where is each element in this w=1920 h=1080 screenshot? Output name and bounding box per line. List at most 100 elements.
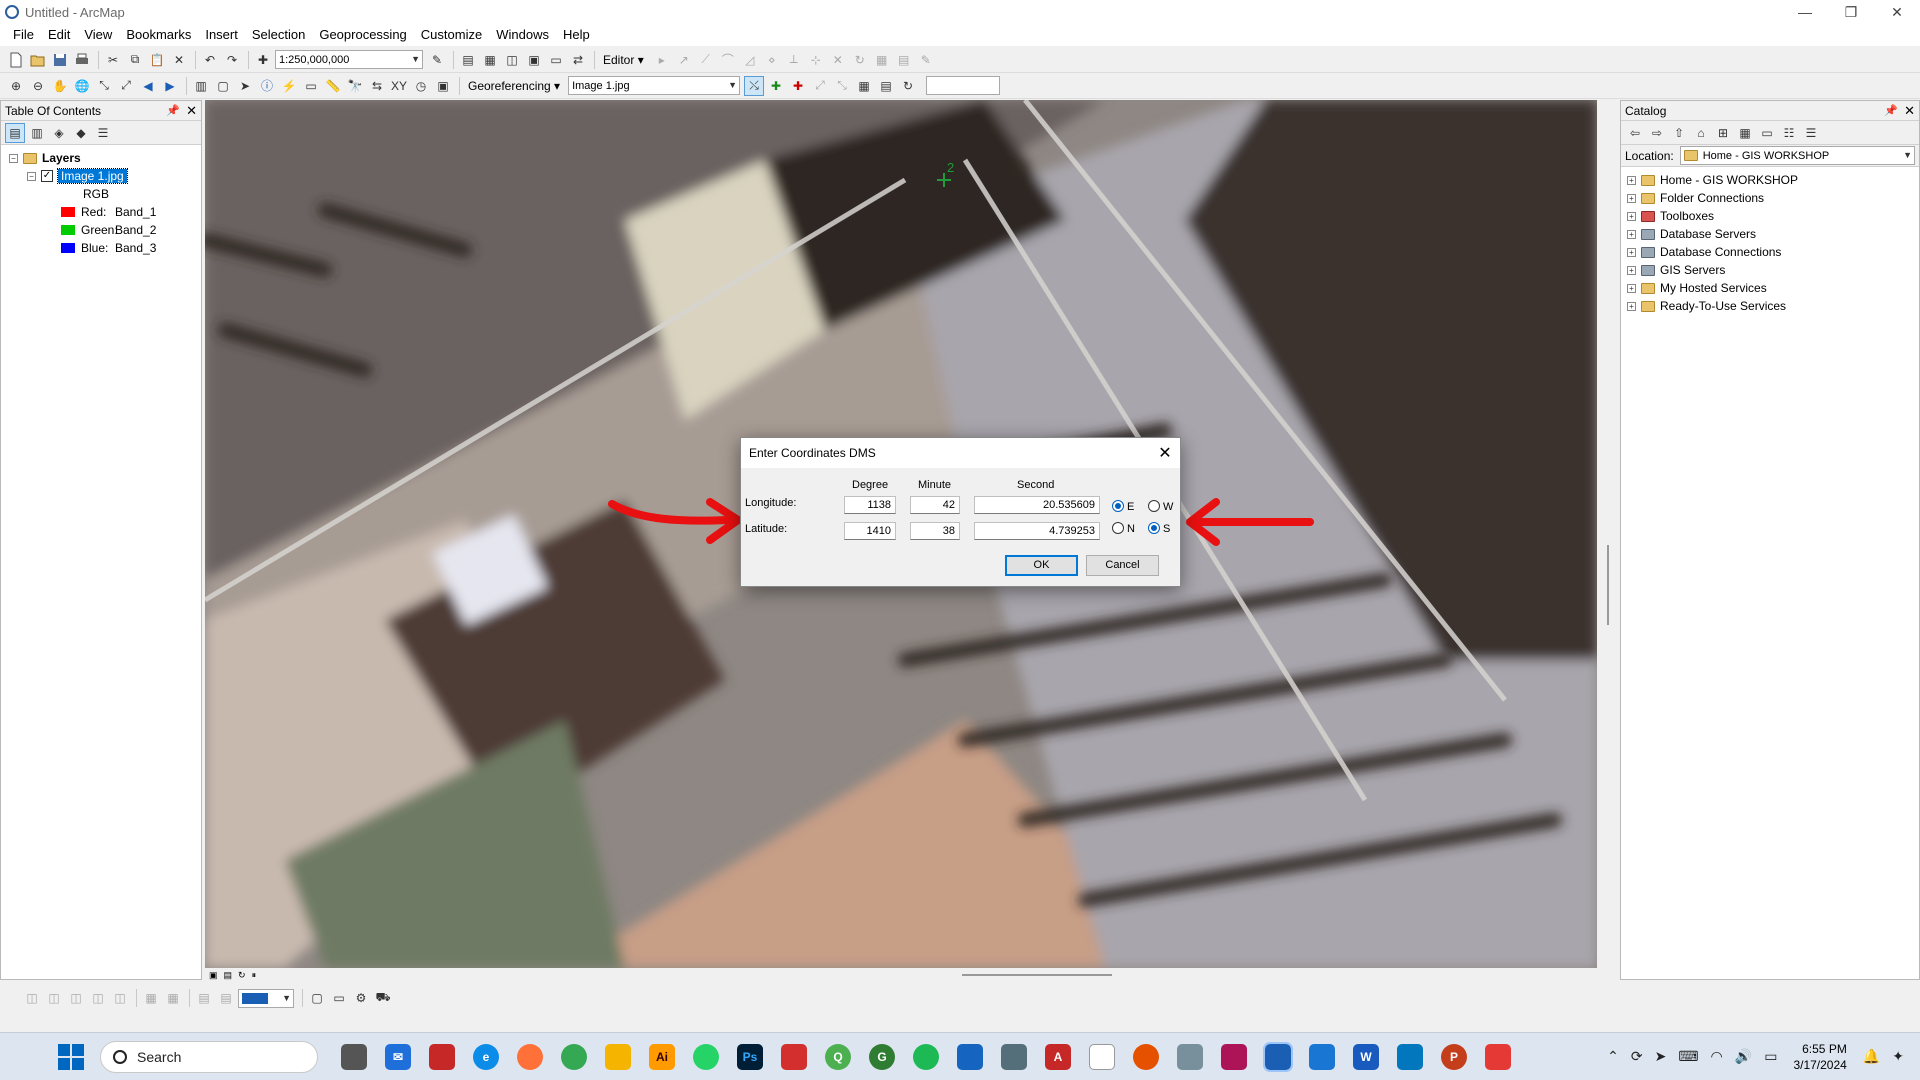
expand-icon[interactable]: + bbox=[1627, 193, 1636, 203]
tree-row-layers[interactable]: − Layers bbox=[9, 149, 201, 167]
south-radio[interactable] bbox=[1148, 522, 1160, 534]
location-icon[interactable]: ➤ bbox=[1655, 1048, 1667, 1065]
forward-icon[interactable]: ⇨ bbox=[1647, 123, 1667, 143]
collapse-icon[interactable]: − bbox=[27, 171, 36, 181]
catalog-item[interactable]: + Toolboxes bbox=[1627, 207, 1919, 225]
copy-icon[interactable]: ⧉ bbox=[125, 50, 145, 70]
expand-icon[interactable]: + bbox=[1627, 211, 1636, 221]
connect-folder-icon[interactable]: ⊞ bbox=[1713, 123, 1733, 143]
back-extent-icon[interactable]: ◀ bbox=[138, 76, 158, 96]
save-icon[interactable] bbox=[50, 50, 70, 70]
catalog-options-icon[interactable]: ☰ bbox=[1801, 123, 1821, 143]
create-features-icon[interactable]: ✎ bbox=[916, 50, 936, 70]
catalog-item[interactable]: + Database Connections bbox=[1627, 243, 1919, 261]
app-icon[interactable] bbox=[1001, 1043, 1027, 1070]
firefox-icon[interactable] bbox=[517, 1043, 543, 1070]
find-route-icon[interactable]: ⇆ bbox=[367, 76, 387, 96]
catalog-item[interactable]: + Database Servers bbox=[1627, 225, 1919, 243]
auto-register-icon[interactable]: ⤡ bbox=[832, 76, 852, 96]
volume-icon[interactable]: 🔊 bbox=[1735, 1048, 1752, 1065]
longitude-minute-input[interactable]: 42 bbox=[910, 496, 960, 514]
home-folder-icon[interactable]: ⌂ bbox=[1691, 123, 1711, 143]
catalog-item[interactable]: + Ready-To-Use Services bbox=[1627, 297, 1919, 315]
draw-tool-icon[interactable]: ⛟ bbox=[373, 988, 393, 1008]
end-point-arc-icon[interactable]: ⌒ bbox=[718, 50, 738, 70]
trace-icon[interactable]: ◿ bbox=[740, 50, 760, 70]
catalog-item[interactable]: + GIS Servers bbox=[1627, 261, 1919, 279]
draw-tool-icon[interactable]: ▤ bbox=[216, 988, 236, 1008]
layout-view-icon[interactable]: ▤ bbox=[224, 970, 233, 981]
expand-icon[interactable]: + bbox=[1627, 175, 1636, 185]
menu-customize[interactable]: Customize bbox=[414, 24, 489, 46]
scale-icon[interactable]: ⤢ bbox=[810, 76, 830, 96]
expand-icon[interactable]: + bbox=[1627, 301, 1636, 311]
options-icon[interactable]: ☰ bbox=[93, 123, 113, 143]
arctoolbox-icon[interactable]: ▣ bbox=[524, 50, 544, 70]
document-icon[interactable] bbox=[1089, 1043, 1115, 1070]
keyboard-icon[interactable]: ⌨ bbox=[1678, 1048, 1698, 1065]
split-icon[interactable]: ✕ bbox=[828, 50, 848, 70]
catalog-item[interactable]: + Folder Connections bbox=[1627, 189, 1919, 207]
ok-button[interactable]: OK bbox=[1005, 555, 1078, 576]
spotify-icon[interactable] bbox=[913, 1043, 939, 1070]
menu-insert[interactable]: Insert bbox=[198, 24, 245, 46]
close-icon[interactable]: ✕ bbox=[186, 103, 197, 119]
vertical-scrollbar[interactable] bbox=[1603, 100, 1615, 968]
sketch-properties-icon[interactable]: ▤ bbox=[894, 50, 914, 70]
delete-icon[interactable]: ✕ bbox=[169, 50, 189, 70]
draw-tool-icon[interactable]: ▦ bbox=[141, 988, 161, 1008]
word-icon[interactable]: W bbox=[1353, 1043, 1379, 1070]
expand-icon[interactable]: + bbox=[1627, 247, 1636, 257]
catalog-item[interactable]: + Home - GIS WORKSHOP bbox=[1627, 171, 1919, 189]
tree-row-image-layer[interactable]: − ✓ Image 1.jpg bbox=[9, 167, 201, 185]
list-by-visibility-icon[interactable]: ◈ bbox=[49, 123, 69, 143]
open-icon[interactable] bbox=[28, 50, 48, 70]
fixed-zoom-in-icon[interactable]: ⤡ bbox=[94, 76, 114, 96]
find-icon[interactable]: 🔭 bbox=[345, 76, 365, 96]
undo-icon[interactable]: ↶ bbox=[200, 50, 220, 70]
app-icon[interactable] bbox=[957, 1043, 983, 1070]
menu-selection[interactable]: Selection bbox=[245, 24, 312, 46]
list-by-drawing-order-icon[interactable]: ▤ bbox=[5, 122, 25, 143]
add-control-points-icon[interactable]: ✚ bbox=[788, 76, 808, 96]
powerpoint-icon[interactable]: P bbox=[1441, 1043, 1467, 1070]
hyperlink-icon[interactable]: ⚡ bbox=[279, 76, 299, 96]
task-view-icon[interactable] bbox=[341, 1043, 367, 1070]
chrome-icon[interactable] bbox=[561, 1043, 587, 1070]
app-icon[interactable] bbox=[781, 1043, 807, 1070]
modelbuilder-icon[interactable]: ⇄ bbox=[568, 50, 588, 70]
georeferencing-menu[interactable]: Georeferencing ▾ bbox=[464, 79, 564, 93]
west-radio[interactable] bbox=[1148, 500, 1160, 512]
views-icon[interactable]: ▦ bbox=[1735, 123, 1755, 143]
toggle-tree-icon[interactable]: ☷ bbox=[1779, 123, 1799, 143]
menu-bookmarks[interactable]: Bookmarks bbox=[119, 24, 198, 46]
start-button[interactable] bbox=[58, 1043, 84, 1070]
menu-edit[interactable]: Edit bbox=[41, 24, 77, 46]
cut-polygons-icon[interactable]: ⊹ bbox=[806, 50, 826, 70]
view-link-table-icon[interactable]: ▦ bbox=[854, 76, 874, 96]
pan-icon[interactable]: ✋ bbox=[50, 76, 70, 96]
zoom-in-icon[interactable]: ⊕ bbox=[6, 76, 26, 96]
toc-window-icon[interactable]: ▤ bbox=[458, 50, 478, 70]
time-slider-icon[interactable]: ◷ bbox=[411, 76, 431, 96]
new-document-icon[interactable] bbox=[6, 50, 26, 70]
list-by-selection-icon[interactable]: ◆ bbox=[71, 123, 91, 143]
attributes-icon[interactable]: ▦ bbox=[872, 50, 892, 70]
mail-icon[interactable]: ✉ bbox=[385, 1043, 411, 1070]
color-combo[interactable]: ▼ bbox=[238, 988, 294, 1008]
taskbar-search[interactable]: Search bbox=[100, 1040, 318, 1073]
north-radio[interactable] bbox=[1112, 522, 1124, 534]
back-icon[interactable]: ⇦ bbox=[1625, 123, 1645, 143]
copilot-icon[interactable]: ✦ bbox=[1892, 1048, 1904, 1065]
file-explorer-icon[interactable] bbox=[605, 1043, 631, 1070]
menu-windows[interactable]: Windows bbox=[489, 24, 556, 46]
draw-tool-icon[interactable]: ▢ bbox=[307, 988, 327, 1008]
location-combo[interactable]: Home - GIS WORKSHOP ▼ bbox=[1679, 146, 1915, 165]
app-icon[interactable] bbox=[429, 1043, 455, 1070]
cancel-button[interactable]: Cancel bbox=[1086, 555, 1159, 576]
close-icon[interactable]: ✕ bbox=[1904, 103, 1915, 119]
add-data-icon[interactable]: ✚ bbox=[253, 50, 273, 70]
identify-icon[interactable]: ⓘ bbox=[257, 76, 277, 96]
arcmap-taskbar-icon[interactable] bbox=[1263, 1041, 1293, 1072]
search-window-icon[interactable]: ◫ bbox=[502, 50, 522, 70]
